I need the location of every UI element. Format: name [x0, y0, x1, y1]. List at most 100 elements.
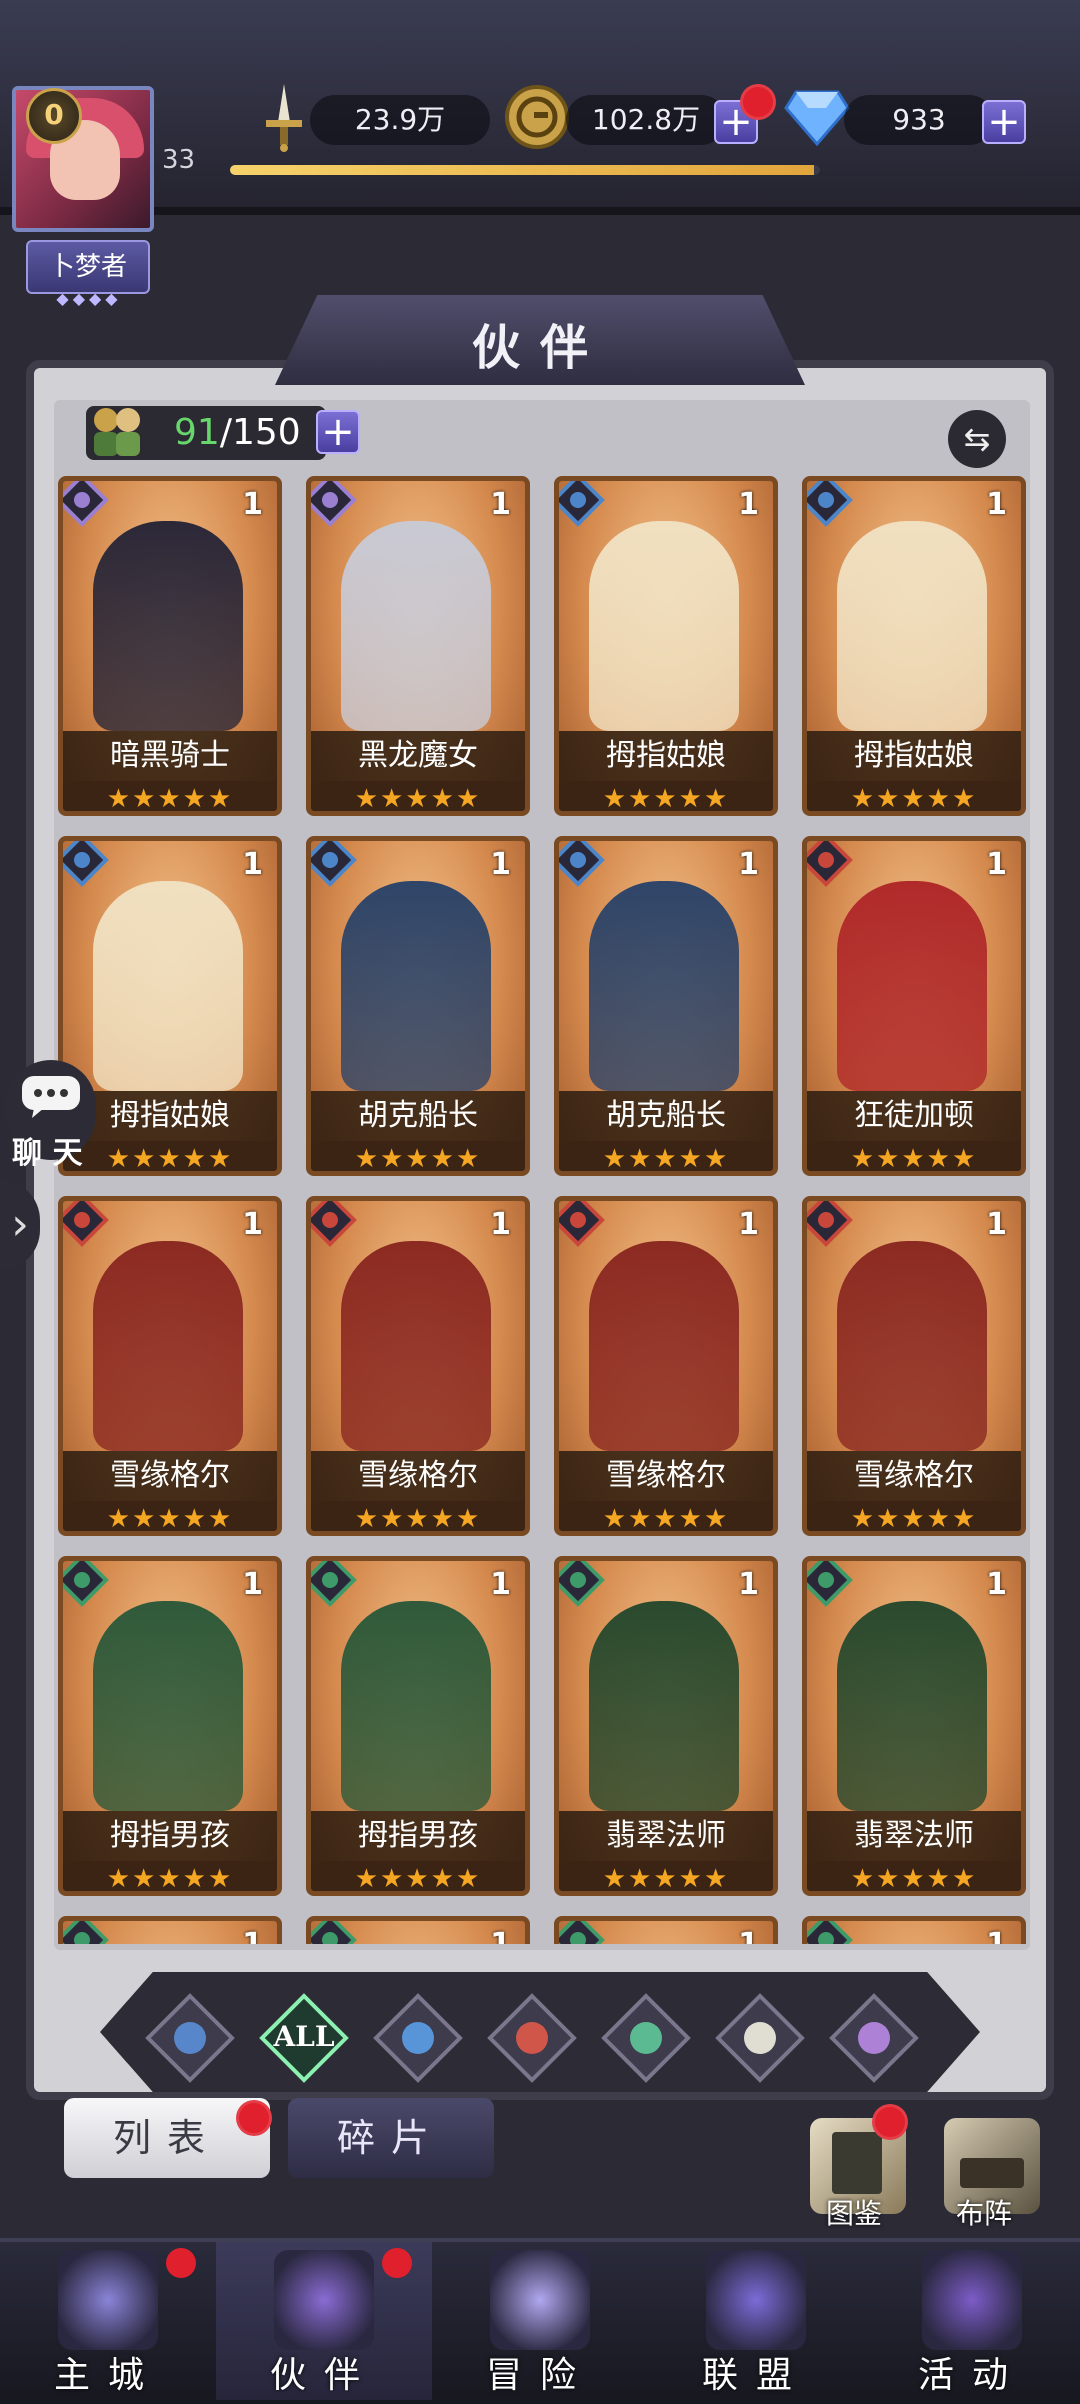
companion-name: 胡克船长	[559, 1091, 773, 1141]
water-element-icon[interactable]	[372, 1992, 464, 2084]
sort-swap-icon[interactable]: ⇆	[948, 410, 1006, 468]
companion-portrait	[837, 881, 987, 1091]
nav-label: 主城	[53, 2355, 162, 2396]
page-title: 伙伴	[471, 320, 608, 376]
companion-portrait	[837, 1601, 987, 1811]
star-rating: ★★★★★	[63, 1141, 277, 1171]
companion-card[interactable]: 1 胡克船长 ★★★★★	[554, 836, 778, 1176]
companion-level: 1	[490, 847, 511, 882]
expand-roster-button[interactable]: +	[316, 410, 360, 454]
companion-card[interactable]: 1 狂徒加顿 ★★★★★	[802, 836, 1026, 1176]
companion-card[interactable]: 1 雪缘格尔 ★★★★★	[554, 1196, 778, 1536]
companion-card[interactable]: 1 拇指姑娘 ★★★★★	[802, 476, 1026, 816]
power-value: 23.9万	[354, 103, 446, 136]
star-rating: ★★★★★	[559, 781, 773, 811]
fire-element-icon	[63, 1201, 109, 1247]
chess-board-glyph	[960, 2158, 1024, 2188]
nav-witch-hat[interactable]: 伙伴	[216, 2242, 432, 2400]
companion-level: 1	[242, 1567, 263, 1602]
companion-portrait	[93, 881, 243, 1091]
companion-card[interactable]: 1 雪缘格尔 ★★★★★	[802, 1196, 1026, 1536]
companion-name: 雪缘格尔	[63, 1451, 277, 1501]
wind-element-icon[interactable]	[600, 1992, 692, 2084]
water-element-icon	[63, 841, 109, 887]
dark-element-icon	[63, 481, 109, 527]
all-filter-icon[interactable]: ALL	[258, 1992, 350, 2084]
nav-portal[interactable]: 冒险	[432, 2242, 648, 2400]
companion-card[interactable]: 1	[306, 1916, 530, 1944]
portal-icon	[490, 2250, 590, 2350]
tab-fragments[interactable]: 碎片	[288, 2098, 494, 2178]
fire-element-icon	[311, 1201, 357, 1247]
tent-filter-icon[interactable]	[144, 1992, 236, 2084]
companion-level: 1	[738, 1207, 759, 1242]
companion-card[interactable]: 1 翡翠法师 ★★★★★	[802, 1556, 1026, 1896]
castle-icon	[58, 2250, 158, 2350]
nav-shield[interactable]: 联盟	[648, 2242, 864, 2400]
companion-level: 1	[490, 1927, 511, 1944]
star-rating: ★★★★★	[559, 1141, 773, 1171]
dark-element-icon[interactable]	[828, 1992, 920, 2084]
gold-coin-icon	[505, 85, 569, 149]
nav-castle[interactable]: 主城	[0, 2242, 216, 2400]
companion-name: 胡克船长	[311, 1091, 525, 1141]
companion-portrait	[93, 1601, 243, 1811]
nav-cards[interactable]: 活动	[864, 2242, 1080, 2400]
nav-notification-badge	[382, 2248, 412, 2278]
star-rating: ★★★★★	[63, 781, 277, 811]
companion-portrait	[589, 1601, 739, 1811]
add-diamond-button[interactable]: +	[982, 100, 1026, 144]
companion-portrait	[341, 521, 491, 731]
filter-label: ALL	[273, 2020, 335, 2053]
nav-label: 联盟	[701, 2355, 810, 2396]
companion-card[interactable]: 1 黑龙魔女 ★★★★★	[306, 476, 530, 816]
gold-display: 102.8万	[566, 95, 726, 145]
companion-name: 暗黑骑士	[63, 731, 277, 781]
companion-card[interactable]: 1 翡翠法师 ★★★★★	[554, 1556, 778, 1896]
player-title[interactable]: 卜梦者	[26, 240, 150, 294]
companion-card[interactable]: 1 雪缘格尔 ★★★★★	[306, 1196, 530, 1536]
companion-card[interactable]: 1 拇指男孩 ★★★★★	[306, 1556, 530, 1896]
companion-card[interactable]: 1	[58, 1916, 282, 1944]
star-rating: ★★★★★	[807, 1861, 1021, 1891]
star-rating: ★★★★★	[807, 1141, 1021, 1171]
sword-icon	[266, 84, 302, 152]
companion-name: 雪缘格尔	[311, 1451, 525, 1501]
companion-card[interactable]: 1 胡克船长 ★★★★★	[306, 836, 530, 1176]
diamond-icon	[784, 90, 850, 146]
star-rating: ★★★★★	[311, 1861, 525, 1891]
companion-card[interactable]: 1	[802, 1916, 1026, 1944]
companion-level: 1	[986, 1567, 1007, 1602]
fire-element-icon	[559, 1201, 605, 1247]
gold-notification-badge	[740, 84, 776, 120]
wind-element-icon	[559, 1561, 605, 1607]
shield-icon	[706, 2250, 806, 2350]
nav-label: 冒险	[485, 2355, 594, 2396]
companion-card[interactable]: 1 拇指男孩 ★★★★★	[58, 1556, 282, 1896]
companion-level: 1	[490, 487, 511, 522]
water-element-icon	[559, 841, 605, 887]
companion-level: 1	[986, 1207, 1007, 1242]
companion-name: 黑龙魔女	[311, 731, 525, 781]
wind-element-icon	[807, 1921, 853, 1944]
companion-level: 1	[738, 847, 759, 882]
companion-name: 拇指姑娘	[807, 731, 1021, 781]
companion-level: 1	[490, 1207, 511, 1242]
fire-element-icon[interactable]	[486, 1992, 578, 2084]
companion-level: 1	[986, 487, 1007, 522]
companion-card[interactable]: 1 雪缘格尔 ★★★★★	[58, 1196, 282, 1536]
companion-level: 1	[986, 847, 1007, 882]
companion-card[interactable]: 1 暗黑骑士 ★★★★★	[58, 476, 282, 816]
water-element-icon	[311, 841, 357, 887]
star-rating: ★★★★★	[311, 1141, 525, 1171]
star-rating: ★★★★★	[63, 1861, 277, 1891]
power-display: 23.9万	[310, 95, 490, 145]
companion-card[interactable]: 1	[554, 1916, 778, 1944]
star-rating: ★★★★★	[807, 781, 1021, 811]
diamond-display: 933	[844, 95, 994, 145]
light-element-icon[interactable]	[714, 1992, 806, 2084]
wind-element-icon	[63, 1561, 109, 1607]
book-glyph	[832, 2132, 882, 2194]
nav-label: 活动	[917, 2355, 1026, 2396]
companion-card[interactable]: 1 拇指姑娘 ★★★★★	[554, 476, 778, 816]
